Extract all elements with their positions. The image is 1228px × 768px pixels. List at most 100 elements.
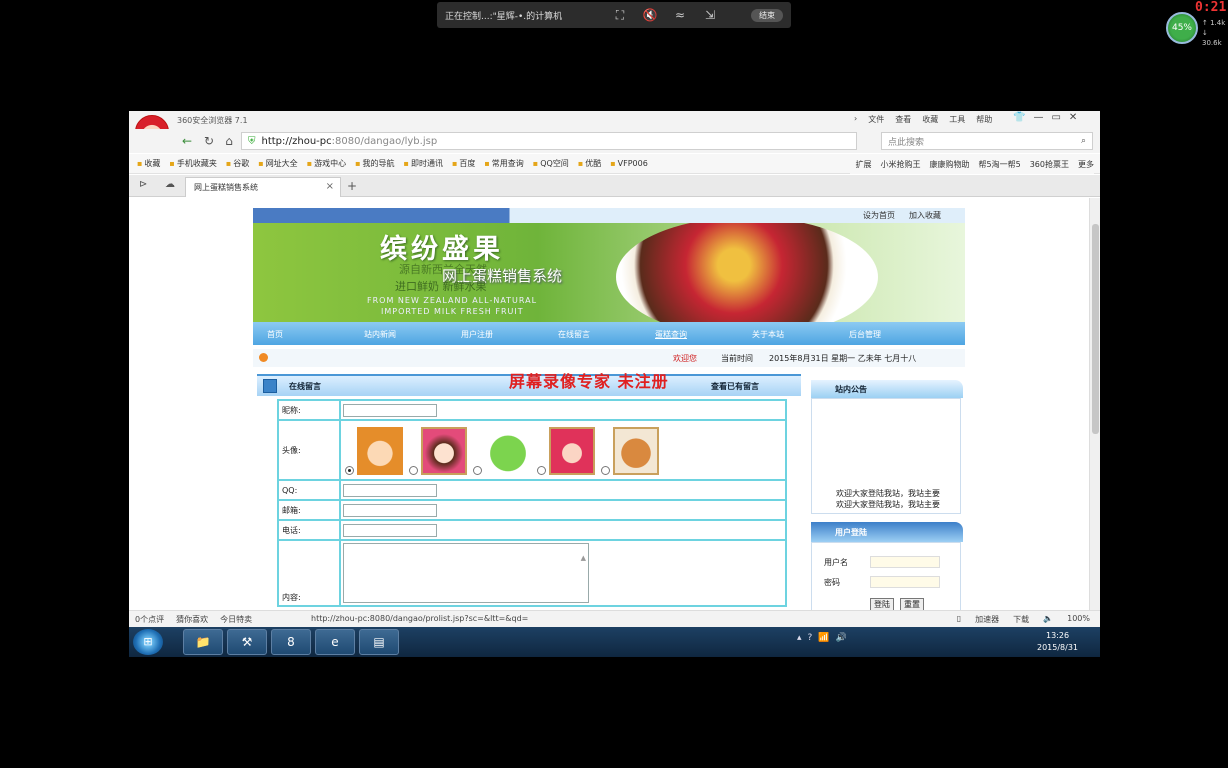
login-button[interactable]: 登陆 — [870, 598, 894, 610]
volume-icon[interactable]: 🔊 — [836, 633, 847, 643]
network-icon[interactable]: ≈ — [665, 8, 695, 22]
password-field[interactable] — [870, 576, 940, 588]
help-icon[interactable]: ? — [808, 633, 813, 643]
nav-news[interactable]: 站内新闻 — [350, 322, 447, 345]
volume-icon[interactable]: 🔈 — [1043, 614, 1053, 625]
nav-home[interactable]: 首页 — [253, 322, 350, 345]
end-session-button[interactable]: 结束 — [751, 8, 783, 22]
bookmark-item[interactable]: 收藏 — [137, 158, 160, 169]
extension-item[interactable]: 更多 — [1078, 159, 1094, 170]
reset-button[interactable]: 重置 — [900, 598, 924, 610]
avatar-radio[interactable] — [537, 466, 546, 475]
avatar-radio[interactable] — [473, 466, 482, 475]
tray-icon[interactable]: ▴ — [797, 633, 802, 643]
eclipse-taskbar-icon[interactable]: 8 — [271, 629, 311, 655]
qq-field[interactable] — [343, 483, 437, 497]
top-strip: 设为首页 加入收藏 — [253, 208, 965, 223]
download-item[interactable]: 下载 — [1013, 614, 1029, 625]
extension-item[interactable]: 帮5淘一帮5 — [979, 159, 1021, 170]
search-input[interactable]: 点此搜索 ⌕ — [881, 132, 1093, 150]
username-field[interactable] — [870, 556, 940, 568]
minimize-icon[interactable]: — — [1033, 112, 1043, 123]
shirt-icon[interactable]: 👕 — [1013, 112, 1025, 123]
nav-admin[interactable]: 后台管理 — [835, 322, 932, 345]
view-messages-link[interactable]: 查看已有留言 — [711, 381, 759, 392]
start-button[interactable]: ⊞ — [133, 629, 163, 655]
tab-close-icon[interactable]: × — [326, 181, 334, 192]
back-icon[interactable]: ← — [179, 133, 195, 149]
network-icon[interactable]: 📶 — [818, 633, 829, 643]
extension-item[interactable]: 康康购物助 — [930, 159, 970, 170]
add-favorite-link[interactable]: 加入收藏 — [909, 210, 941, 221]
browser-taskbar-icon[interactable]: e — [315, 629, 355, 655]
menu-favorites[interactable]: 收藏 — [922, 114, 938, 125]
mute-icon[interactable]: 🔇 — [635, 8, 665, 22]
bookmark-item[interactable]: 优酷 — [578, 158, 601, 169]
extension-item[interactable]: 360抢票王 — [1030, 159, 1069, 170]
bookmark-item[interactable]: 百度 — [452, 158, 475, 169]
search-placeholder: 点此搜索 — [888, 137, 925, 148]
avatar-radio[interactable] — [601, 466, 610, 475]
chevron-right-icon[interactable]: › — [854, 114, 857, 125]
login-title: 用户登陆 — [835, 528, 867, 537]
info-bar: 欢迎您 当前时间 2015年8月31日 星期一 乙未年 七月十八 — [253, 349, 965, 367]
menu-file[interactable]: 文件 — [868, 114, 884, 125]
current-date: 2015年8月31日 星期一 乙未年 七月十八 — [769, 354, 917, 363]
sidebar-toggle-icon[interactable]: ⊳ — [139, 179, 147, 190]
bookmark-item[interactable]: 常用查询 — [484, 158, 524, 169]
home-icon[interactable]: ⌂ — [221, 133, 237, 149]
tab-active[interactable]: 网上蛋糕销售系统 × — [185, 177, 341, 197]
avatar-girl-image — [421, 427, 467, 475]
extension-item[interactable]: 小米抢购王 — [881, 159, 921, 170]
content-textarea[interactable] — [343, 543, 589, 603]
screen-icon[interactable]: ⛶ — [605, 8, 635, 23]
bookmark-item[interactable]: QQ空间 — [533, 158, 569, 169]
menu-help[interactable]: 帮助 — [976, 114, 992, 125]
bookmark-item[interactable]: 我的导航 — [355, 158, 395, 169]
recommend-item[interactable]: 猜你喜欢 — [176, 614, 208, 625]
search-icon[interactable]: ⌕ — [1081, 136, 1086, 146]
comments-item[interactable]: 0个点评 — [135, 614, 164, 625]
taskbar-clock[interactable]: 13:26 2015/8/31 — [1037, 630, 1078, 654]
phone-field[interactable] — [343, 523, 437, 537]
set-homepage-link[interactable]: 设为首页 — [863, 210, 895, 221]
avatar-radio[interactable] — [409, 466, 418, 475]
cloud-icon[interactable]: ☁ — [165, 179, 175, 190]
explorer-taskbar-icon[interactable]: 📁 — [183, 629, 223, 655]
bookmark-item[interactable]: 游戏中心 — [307, 158, 346, 169]
scrollbar-thumb[interactable] — [1092, 224, 1099, 434]
pin-icon[interactable]: ⇲ — [695, 8, 725, 22]
nav-message[interactable]: 在线留言 — [544, 322, 641, 345]
tools-taskbar-icon[interactable]: ⚒ — [227, 629, 267, 655]
refresh-icon[interactable]: ↻ — [201, 133, 217, 149]
extension-item[interactable]: 扩展 — [856, 159, 872, 170]
bookmark-item[interactable]: 谷歌 — [226, 158, 249, 169]
tab-title: 网上蛋糕销售系统 — [194, 183, 258, 192]
avatar-radio[interactable] — [345, 466, 354, 475]
phone-icon[interactable]: ▯ — [957, 614, 961, 625]
page-viewport: 设为首页 加入收藏 缤纷盛果 源自新西兰全天然 网上蛋糕销售系统 进口鲜奶 新鲜… — [129, 198, 1089, 610]
bookmark-item[interactable]: 手机收藏夹 — [169, 158, 217, 169]
new-tab-icon[interactable]: + — [347, 179, 357, 193]
address-bar[interactable]: ⛨ http://zhou-pc:8080/dangao/lyb.jsp — [241, 132, 857, 150]
menu-tools[interactable]: 工具 — [949, 114, 965, 125]
menu-view[interactable]: 查看 — [895, 114, 911, 125]
recorder-watermark: 屏幕录像专家 未注册 — [509, 372, 669, 391]
nav-about[interactable]: 关于本站 — [738, 322, 835, 345]
avatar-label: 头像: — [277, 419, 341, 481]
bookmark-item[interactable]: 即时通讯 — [404, 158, 443, 169]
nickname-field[interactable] — [343, 403, 437, 417]
net-speed-widget[interactable]: 45% — [1166, 12, 1198, 44]
bookmark-item[interactable]: 网址大全 — [258, 158, 298, 169]
nav-register[interactable]: 用户注册 — [447, 322, 544, 345]
close-icon[interactable]: ✕ — [1069, 112, 1077, 123]
nav-cake-search[interactable]: 蛋糕查询 — [641, 322, 738, 345]
zoom-level[interactable]: 100% — [1067, 614, 1090, 625]
daily-deal-item[interactable]: 今日特卖 — [220, 614, 252, 625]
book-taskbar-icon[interactable]: ▤ — [359, 629, 399, 655]
accelerator-item[interactable]: 加速器 — [975, 614, 999, 625]
bookmark-item[interactable]: VFP006 — [610, 159, 648, 168]
email-field[interactable] — [343, 503, 437, 517]
maximize-icon[interactable]: ▭ — [1051, 112, 1060, 123]
page-scrollbar[interactable] — [1089, 198, 1100, 610]
